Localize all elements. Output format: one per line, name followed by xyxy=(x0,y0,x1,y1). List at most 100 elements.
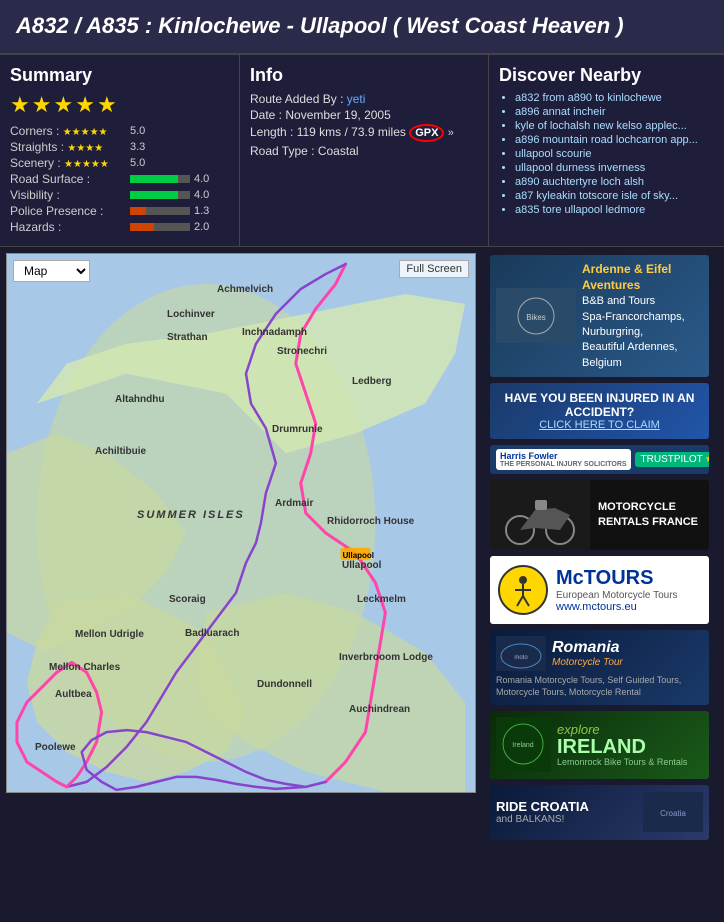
rating-straights: Straights : ★★★★ 3.3 xyxy=(10,140,229,154)
romania-sub-title: Motorcycle Tour xyxy=(552,657,623,668)
bar-hazards xyxy=(130,223,190,231)
ad-harris[interactable]: Harris Fowler THE PERSONAL INJURY SOLICI… xyxy=(490,445,709,474)
discover-item-3[interactable]: a896 mountain road lochcarron app... xyxy=(515,134,714,146)
discover-title: Discover Nearby xyxy=(499,65,714,86)
info-box: Info Route Added By : yeti Date : Novemb… xyxy=(240,55,489,246)
mctours-info: McTOURS European Motorcycle Tours www.mc… xyxy=(556,567,678,613)
rating-value-visibility: 4.0 xyxy=(194,189,209,201)
svg-text:Ullapool: Ullapool xyxy=(343,550,374,559)
right-ads-panel: Bikes Ardenne & Eifel Aventures B&B and … xyxy=(482,247,717,848)
bar-police xyxy=(130,207,190,215)
ireland-explore: explore xyxy=(557,722,687,737)
rating-value-hazards: 2.0 xyxy=(194,221,209,233)
harris-name: Harris Fowler xyxy=(500,451,627,461)
svg-text:Croatia: Croatia xyxy=(660,809,686,818)
fullscreen-button[interactable]: Full Screen xyxy=(399,260,469,278)
ad-injury-line2: ACCIDENT? xyxy=(498,405,701,419)
romania-text-block: Romania Motorcycle Tour xyxy=(552,639,623,668)
star-2: ★ xyxy=(32,92,52,118)
trustpilot-label: TRUSTPILOT xyxy=(641,454,703,465)
discover-item-8[interactable]: a835 tore ullapool ledmore xyxy=(515,204,714,216)
star-4: ★ xyxy=(75,92,95,118)
ireland-text: explore IRELAND Lemonrock Bike Tours & R… xyxy=(557,722,687,767)
romania-title: Romania xyxy=(552,639,623,657)
discover-item-5[interactable]: ullapool durness inverness xyxy=(515,162,714,174)
ad-mctours[interactable]: McTOURS European Motorcycle Tours www.mc… xyxy=(490,556,709,624)
rating-label-scenery: Scenery : ★★★★★ xyxy=(10,156,130,170)
ad-moto-france[interactable]: MOTORCYCLE RENTALS FRANCE xyxy=(490,480,709,550)
discover-item-6[interactable]: a890 auchtertyre loch alsh xyxy=(515,176,714,188)
croatia-image: Croatia xyxy=(643,792,703,832)
discover-item-4[interactable]: ullapool scourie xyxy=(515,148,714,160)
svg-text:Bikes: Bikes xyxy=(526,313,546,322)
main-stars: ★ ★ ★ ★ ★ xyxy=(10,92,229,118)
mctours-brand: McTOURS xyxy=(556,567,678,590)
discover-item-2[interactable]: kyle of lochalsh new kelso applec... xyxy=(515,120,714,132)
rating-road-surface: Road Surface : 4.0 xyxy=(10,172,229,186)
ad-ardenne-image: Bikes xyxy=(496,288,576,343)
bar-road-surface xyxy=(130,175,190,183)
rating-label-visibility: Visibility : xyxy=(10,188,130,202)
rating-label-road-surface: Road Surface : xyxy=(10,172,130,186)
star-3: ★ xyxy=(53,92,73,118)
discover-box: Discover Nearby a832 from a890 to kinloc… xyxy=(489,55,724,246)
svg-text:moto: moto xyxy=(514,655,528,661)
ad-injury-claim[interactable]: CLICK HERE TO CLAIM xyxy=(498,419,701,431)
rating-label-hazards: Hazards : xyxy=(10,220,130,234)
ad-injury[interactable]: HAVE YOU BEEN INJURED IN AN ACCIDENT? CL… xyxy=(490,383,709,439)
page-header: A832 / A835 : Kinlochewe - Ullapool ( We… xyxy=(0,0,724,55)
romania-image: moto xyxy=(496,636,546,671)
map-svg: Ullapool xyxy=(7,254,475,792)
rating-value-road-surface: 4.0 xyxy=(194,173,209,185)
croatia-text: RIDE CROATIA and BALKANS! xyxy=(496,799,589,825)
harris-logo: Harris Fowler THE PERSONAL INJURY SOLICI… xyxy=(496,449,631,470)
romania-desc: Romania Motorcycle Tours, Self Guided To… xyxy=(496,675,703,698)
ad-ireland[interactable]: Ireland explore IRELAND Lemonrock Bike T… xyxy=(490,711,709,779)
ad-moto-france-line1: MOTORCYCLE xyxy=(598,500,698,515)
romania-header: moto Romania Motorcycle Tour xyxy=(496,636,703,671)
info-length: Length : 119 kms / 73.9 miles GPX » xyxy=(250,124,478,142)
rating-value-corners: 5.0 xyxy=(130,125,145,137)
gpx-badge[interactable]: GPX xyxy=(409,124,444,142)
summary-box: Summary ★ ★ ★ ★ ★ Corners : ★★★★★ 5.0 St… xyxy=(0,55,240,246)
svg-text:Ireland: Ireland xyxy=(512,742,534,749)
info-row: Summary ★ ★ ★ ★ ★ Corners : ★★★★★ 5.0 St… xyxy=(0,55,724,247)
ad-romania[interactable]: moto Romania Motorcycle Tour Romania Mot… xyxy=(490,630,709,704)
rating-value-scenery: 5.0 xyxy=(130,157,145,169)
star-1: ★ xyxy=(10,92,30,118)
ireland-image: Ireland xyxy=(496,717,551,772)
ad-ardenne-text: Ardenne & Eifel Aventures B&B and Tours … xyxy=(582,261,703,372)
ad-moto-france-line2: RENTALS FRANCE xyxy=(598,515,698,530)
croatia-title: RIDE CROATIA xyxy=(496,799,589,814)
map-section: Ullapool Achmelvich Lochinver Strathan I… xyxy=(0,247,482,848)
yeti-link[interactable]: yeti xyxy=(347,92,366,106)
info-title: Info xyxy=(250,65,478,86)
ad-ardenne-line2: Spa-Francorchamps, xyxy=(582,310,703,325)
croatia-sub: and BALKANS! xyxy=(496,814,589,825)
rating-corners: Corners : ★★★★★ 5.0 xyxy=(10,124,229,138)
ad-ardenne-line4: Beautiful Ardennes, Belgium xyxy=(582,340,703,371)
ad-ardenne-line1: B&B and Tours xyxy=(582,294,703,309)
mctours-url: www.mctours.eu xyxy=(556,601,678,613)
rating-scenery: Scenery : ★★★★★ 5.0 xyxy=(10,156,229,170)
rating-value-straights: 3.3 xyxy=(130,141,145,153)
ad-croatia[interactable]: RIDE CROATIA and BALKANS! Croatia xyxy=(490,785,709,840)
discover-item-7[interactable]: a87 kyleakin totscore isle of sky... xyxy=(515,190,714,202)
rating-visibility: Visibility : 4.0 xyxy=(10,188,229,202)
rating-police: Police Presence : 1.3 xyxy=(10,204,229,218)
info-route-added: Route Added By : yeti xyxy=(250,92,478,106)
map-area[interactable]: Ullapool Achmelvich Lochinver Strathan I… xyxy=(6,253,476,793)
map-toolbar: Map Satellite Terrain xyxy=(13,260,90,282)
rating-label-police: Police Presence : xyxy=(10,204,130,218)
discover-item-0[interactable]: a832 from a890 to kinlochewe xyxy=(515,92,714,104)
info-road-type: Road Type : Coastal xyxy=(250,144,478,158)
star-5: ★ xyxy=(97,92,117,118)
ad-ardenne[interactable]: Bikes Ardenne & Eifel Aventures B&B and … xyxy=(490,255,709,378)
rating-hazards: Hazards : 2.0 xyxy=(10,220,229,234)
map-type-select[interactable]: Map Satellite Terrain xyxy=(13,260,90,282)
trustpilot-stars: ★★★★★ xyxy=(705,454,709,465)
summary-title: Summary xyxy=(10,65,229,86)
discover-item-1[interactable]: a896 annat incheir xyxy=(515,106,714,118)
bottom-row: Ullapool Achmelvich Lochinver Strathan I… xyxy=(0,247,724,848)
rating-label-straights: Straights : ★★★★ xyxy=(10,140,130,154)
